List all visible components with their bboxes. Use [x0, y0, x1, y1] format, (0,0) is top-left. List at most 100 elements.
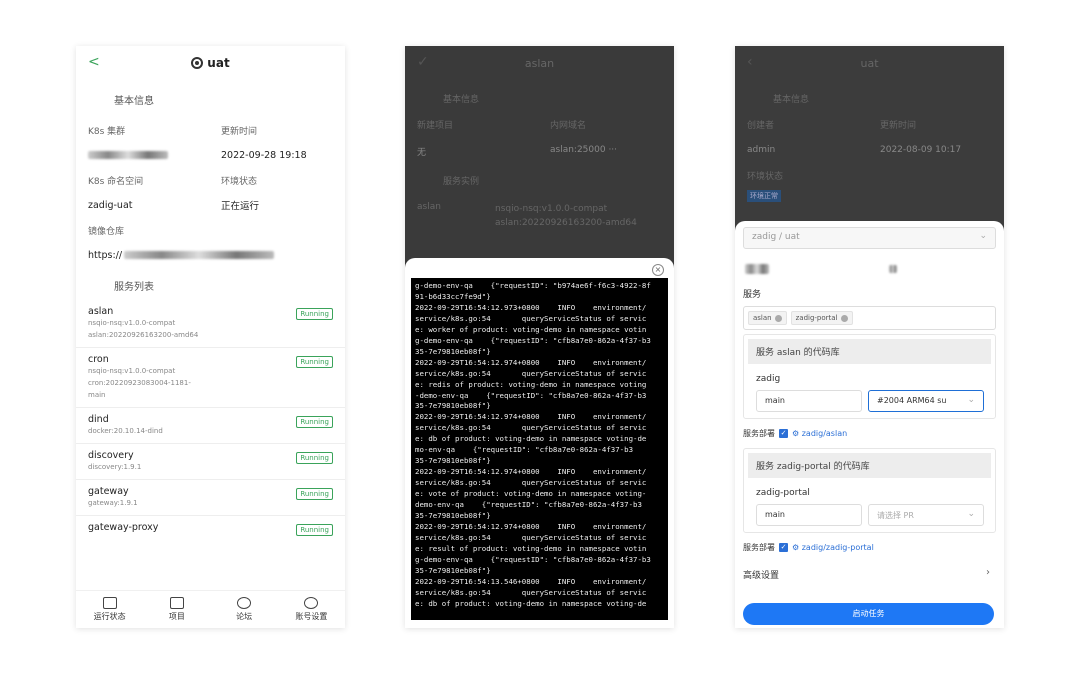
redacted-value [889, 265, 897, 273]
info-value: 无 [417, 148, 427, 158]
service-item-cron[interactable]: cron nsqio-nsq:v1.0.0-compat cron:202209… [76, 348, 345, 408]
service-deploy-row: 服务部署 ✓ ⚙ zadig/aslan [735, 423, 1004, 444]
service-image: main [88, 391, 106, 399]
service-item-discovery[interactable]: discovery discovery:1.9.1 Running [76, 444, 345, 480]
log-line: mo-env-qa {"requestID": "cfb8a7e0-862a-4… [415, 445, 634, 455]
env-select[interactable]: zadig / uat ⌄ [743, 227, 996, 249]
namespace-label: K8s 命名空间 [88, 176, 144, 187]
header: < uat [76, 46, 345, 80]
tab-label: 论坛 [236, 612, 253, 621]
redacted-value [124, 251, 275, 259]
service-list: aslan nsqio-nsq:v1.0.0-compat aslan:2022… [76, 300, 345, 539]
log-line: service/k8s.go:54 queryServiceStatus of … [415, 587, 647, 597]
section-basic-info: 基本信息 [443, 95, 480, 105]
log-line: service/k8s.go:54 queryServiceStatus of … [415, 368, 647, 378]
repo-card-header: 服务 aslan 的代码库 [748, 339, 991, 364]
pr-select-placeholder: 请选择 PR [877, 511, 914, 520]
header: ✓ aslan [405, 46, 674, 80]
tab-projects[interactable]: 项目 [147, 597, 207, 622]
title-text: uat [207, 56, 230, 70]
redacted-value [745, 264, 769, 274]
start-task-screen: ‹ uat 基本信息 创建者 更新时间 admin 2022-08-09 10:… [735, 46, 1004, 628]
redacted-row [735, 255, 1004, 283]
branch-select[interactable]: main [756, 390, 862, 412]
back-icon[interactable]: < [88, 54, 100, 70]
chevron-down-icon: ⌄ [979, 231, 987, 241]
tab-forum[interactable]: 论坛 [214, 597, 274, 622]
service-item-dind[interactable]: dind docker:20.10.14-dind Running [76, 408, 345, 444]
header: ‹ uat [735, 46, 1004, 80]
container-image: nsqio-nsq:v1.0.0-compat [495, 204, 608, 214]
back-icon[interactable]: ‹ [747, 54, 753, 70]
info-grid: 新建项目 内网域名 无 aslan:25000 ··· [405, 118, 674, 158]
start-task-sheet: zadig / uat ⌄ 服务 aslan zadig-portal 服务 a… [735, 221, 1004, 628]
pr-select[interactable]: #2004 ARM64 su ⌄ [868, 390, 984, 412]
advanced-settings-label: 高级设置 [743, 571, 780, 581]
service-image: cron:20220923083004-1181- [88, 379, 191, 387]
status-badge: Running [296, 308, 333, 320]
status-badge: Running [296, 356, 333, 368]
log-line: 35-7e79810eb08f"} [415, 346, 491, 356]
repo-name: zadig-portal [756, 488, 810, 498]
status-badge: Running [296, 488, 333, 500]
tab-account-settings[interactable]: 账号设置 [281, 597, 341, 622]
service-item-gateway[interactable]: gateway gateway:1.9.1 Running [76, 480, 345, 516]
service-item-gateway-proxy[interactable]: gateway-proxy Running [76, 516, 345, 539]
deploy-checkbox[interactable]: ✓ [779, 543, 788, 552]
repo-name: zadig [756, 374, 781, 384]
log-line: 2022-09-29T16:54:12.974+0800 INFO enviro… [415, 521, 647, 531]
log-line: -demo-env-qa {"requestID": "cfb8a7e0-862… [415, 390, 647, 400]
remove-icon[interactable] [840, 314, 848, 322]
log-line: 2022-09-29T16:54:12.973+0800 INFO enviro… [415, 302, 647, 312]
registry-url-prefix: https:// [88, 249, 123, 261]
section-basic-info: 基本信息 [773, 95, 810, 105]
advanced-settings-row[interactable]: 高级设置 › [735, 558, 1004, 591]
monitor-icon [102, 597, 117, 609]
log-line: 2022-09-29T16:54:12.974+0800 INFO enviro… [415, 467, 647, 477]
k8s-cluster-value [88, 142, 221, 168]
redacted-value [88, 151, 168, 159]
container-image: aslan:20220926163200-amd64 [495, 218, 637, 228]
tab-run-status[interactable]: 运行状态 [80, 597, 140, 622]
service-tag-aslan[interactable]: aslan [748, 311, 787, 325]
log-line: service/k8s.go:54 queryServiceStatus of … [415, 532, 647, 542]
deploy-label: 服务部署 [743, 429, 775, 438]
tab-label: 项目 [168, 612, 185, 621]
section-basic-info: 基本信息 [114, 96, 154, 107]
remove-icon[interactable] [774, 314, 782, 322]
env-select-value: zadig / uat [752, 232, 800, 242]
service-item-aslan[interactable]: aslan nsqio-nsq:v1.0.0-compat aslan:2022… [76, 300, 345, 348]
deploy-link[interactable]: ⚙ zadig/aslan [792, 429, 847, 438]
branch-select[interactable]: main [756, 504, 862, 526]
pr-select[interactable]: 请选择 PR ⌄ [868, 504, 984, 526]
log-line: 2022-09-29T16:54:12.974+0800 INFO enviro… [415, 357, 647, 367]
log-terminal[interactable]: g-demo-env-qa {"requestID": "b974ae6f-f6… [411, 278, 668, 620]
info-label: 创建者 [747, 121, 775, 131]
log-line: 2022-09-29T16:54:12.974+0800 INFO enviro… [415, 412, 647, 422]
container-row: aslan nsqio-nsq:v1.0.0-compat aslan:2022… [405, 202, 674, 230]
log-line: service/k8s.go:54 queryServiceStatus of … [415, 423, 647, 433]
log-line: e: db of product: voting-demo in namespa… [415, 434, 647, 444]
close-icon[interactable]: × [652, 264, 664, 276]
tag-label: zadig-portal [795, 314, 838, 322]
bottom-tab-bar: 运行状态 项目 论坛 账号设置 [76, 590, 345, 628]
service-image: aslan:20220926163200-amd64 [88, 331, 199, 339]
log-line: 35-7e79810eb08f"} [415, 511, 491, 521]
service-tag-zadig-portal[interactable]: zadig-portal [790, 311, 853, 325]
section-containers: 服务实例 [443, 177, 480, 187]
info-value: admin [747, 145, 776, 155]
repo-card-zadig-portal: 服务 zadig-portal 的代码库 zadig-portal main 请… [743, 448, 996, 533]
service-multiselect[interactable]: aslan zadig-portal [743, 306, 996, 330]
updated-time-value: 2022-09-28 19:18 [221, 149, 307, 161]
forum-icon [237, 597, 252, 609]
back-icon[interactable]: ✓ [417, 54, 429, 70]
deploy-link[interactable]: ⚙ zadig/zadig-portal [792, 543, 874, 552]
info-grid: K8s 集群 更新时间 2022-09-28 19:18 K8s 命名空间 环境… [76, 118, 345, 218]
chevron-down-icon: ⌄ [967, 395, 975, 405]
log-dialog: × g-demo-env-qa {"requestID": "b974ae6f-… [405, 258, 674, 628]
log-line: demo-env-qa {"requestID": "cfb8a7e0-862a… [415, 500, 642, 510]
start-task-button[interactable]: 启动任务 [743, 603, 994, 625]
log-line: 35-7e79810eb08f"} [415, 456, 491, 466]
deploy-checkbox[interactable]: ✓ [779, 429, 788, 438]
log-line: service/k8s.go:54 queryServiceStatus of … [415, 478, 647, 488]
